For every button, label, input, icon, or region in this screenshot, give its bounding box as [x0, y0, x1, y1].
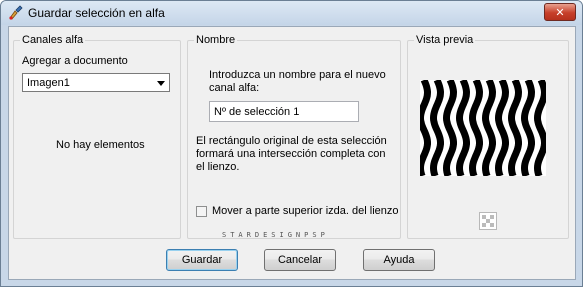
close-button[interactable]: ✕	[544, 3, 576, 21]
move-top-left-option[interactable]: Mover a parte superior izda. del lienzo	[196, 205, 398, 217]
dialog-client-area: Canales alfa Agregar a documento Imagen1…	[8, 26, 576, 280]
document-select-value: Imagen1	[27, 77, 70, 89]
title-bar: Guardar selección en alfa ✕	[1, 1, 582, 25]
paint-brush-icon	[9, 5, 23, 20]
move-top-left-checkbox[interactable]	[196, 205, 207, 217]
canales-alfa-label: Canales alfa	[20, 34, 86, 46]
channel-name-input[interactable]	[209, 101, 359, 122]
preview-image	[420, 80, 546, 176]
ayuda-button[interactable]: Ayuda	[363, 249, 435, 271]
dialog-window: Guardar selección en alfa ✕ Canales alfa…	[0, 0, 583, 287]
checkerboard-icon[interactable]	[479, 212, 497, 230]
watermark-text: STARDESIGNPSP	[222, 231, 329, 239]
chevron-down-icon	[157, 81, 165, 86]
cancelar-button[interactable]: Cancelar	[264, 249, 336, 271]
close-icon: ✕	[555, 6, 565, 19]
name-prompt: Introduzca un nombre para el nuevo canal…	[209, 69, 386, 94]
canales-alfa-group: Canales alfa Agregar a documento Imagen1…	[13, 34, 181, 239]
vista-previa-group: Vista previa	[407, 34, 569, 239]
checkerboard-pattern	[482, 215, 494, 227]
guardar-button[interactable]: Guardar	[166, 249, 238, 271]
empty-list-text: No hay elementos	[56, 139, 145, 151]
nombre-group: Nombre Introduzca un nombre para el nuev…	[187, 34, 401, 239]
window-title: Guardar selección en alfa	[28, 6, 165, 20]
move-top-left-label: Mover a parte superior izda. del lienzo	[212, 205, 399, 217]
vista-previa-label: Vista previa	[414, 34, 476, 46]
agregar-documento-label: Agregar a documento	[22, 55, 128, 67]
nombre-label: Nombre	[194, 34, 238, 46]
document-select[interactable]: Imagen1	[22, 73, 170, 92]
intersection-info: El rectángulo original de esta selección…	[196, 135, 387, 173]
